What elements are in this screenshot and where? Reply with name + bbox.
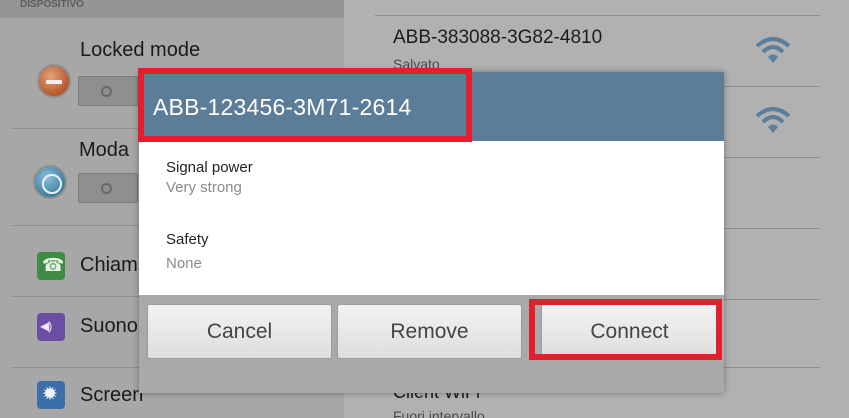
driving-mode-toggle[interactable]: [78, 173, 138, 203]
setting-label: Screen: [80, 384, 144, 406]
wifi-signal-icon: [755, 37, 791, 63]
setting-label: Moda: [79, 139, 130, 161]
setting-label: Locked mode: [80, 39, 201, 61]
signal-power-label: Signal power: [166, 159, 253, 176]
dialog-title: ABB-123456-3M71-2614: [153, 94, 412, 120]
safety-value: None: [166, 255, 202, 272]
connect-button[interactable]: Connect: [541, 304, 718, 359]
remove-button[interactable]: Remove: [337, 304, 522, 359]
section-header: DISPOSITIVO: [0, 0, 344, 18]
wifi-network-dialog: ABB-123456-3M71-2614 Signal power Very s…: [139, 72, 724, 393]
driving-mode-icon: [33, 165, 67, 199]
signal-power-value: Very strong: [166, 179, 242, 196]
screen-icon: [37, 381, 65, 409]
toggle-knob: [101, 86, 112, 97]
sound-icon: [37, 313, 65, 341]
call-icon: [37, 252, 65, 280]
setting-label: Chiam: [80, 254, 138, 276]
setting-label: Suono: [80, 315, 138, 337]
cancel-button[interactable]: Cancel: [147, 304, 332, 359]
safety-label: Safety: [166, 231, 209, 248]
locked-mode-icon: [37, 64, 71, 98]
dialog-title-bar: ABB-123456-3M71-2614: [139, 72, 724, 141]
locked-mode-toggle[interactable]: [78, 76, 138, 106]
toggle-knob: [101, 183, 112, 194]
wifi-network-status: Fuori intervallo: [393, 408, 485, 418]
wifi-signal-icon: [755, 107, 791, 133]
dialog-button-bar: Cancel Remove Connect: [139, 295, 724, 393]
wifi-network-status: Salvato: [393, 56, 440, 72]
wifi-network-name: ABB-383088-3G82-4810: [393, 27, 603, 48]
